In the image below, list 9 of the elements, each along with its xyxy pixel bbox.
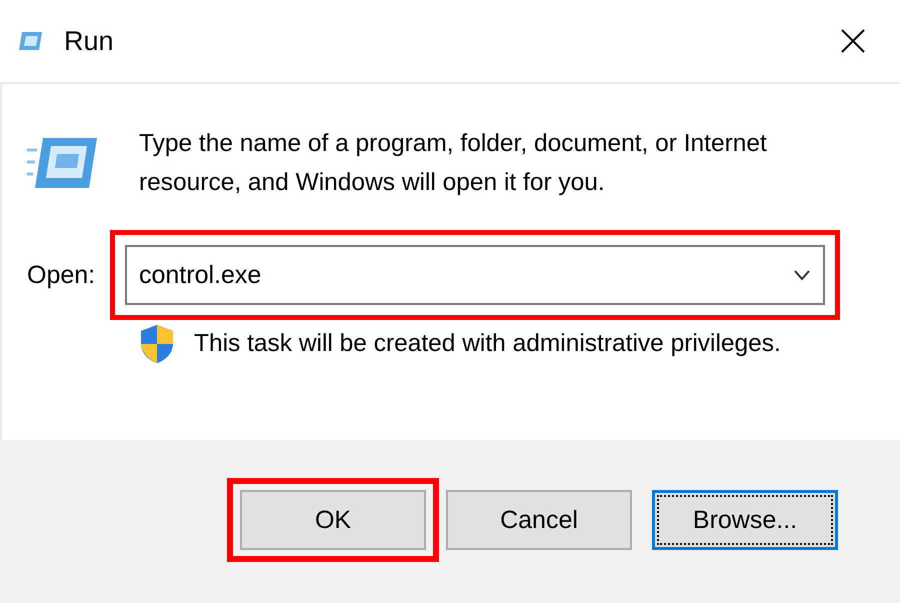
open-value: control.exe	[139, 260, 262, 290]
admin-note: This task will be created with administrative privileges.	[194, 330, 781, 358]
dialog-button[interactable]: Cancel	[446, 490, 632, 550]
open-label: Open:	[27, 260, 96, 290]
description-text: Type the name of a program, folder, document, or Internet resource, and Windows will open it for you.	[139, 129, 768, 198]
window-title: Run	[64, 26, 115, 56]
dialog-button[interactable]: Browse...	[652, 490, 838, 550]
open-combobox[interactable]: control.exe	[125, 245, 825, 305]
dialog-button[interactable]: OK	[240, 490, 426, 550]
